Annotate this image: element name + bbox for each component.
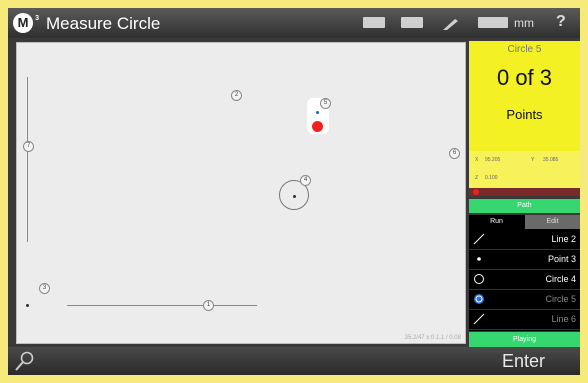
logo-letter: M: [17, 15, 29, 30]
feature-list: Line 2 Point 3 Circle 4 Circle 5 Line 6: [469, 229, 580, 331]
feature-line-vertical[interactable]: [27, 77, 28, 242]
bottom-bar: Enter: [8, 347, 580, 375]
circle-5-center: [316, 111, 319, 114]
feature-label-3[interactable]: 3: [39, 283, 50, 294]
keyboard-icon[interactable]: [363, 17, 385, 28]
app-screen: M3 Measure Circle mm ? 7 1 3 2 6 5 4 35.…: [8, 8, 580, 375]
app-logo[interactable]: M3: [13, 13, 39, 33]
circle-icon: [473, 273, 485, 285]
app-frame: M3 Measure Circle mm ? 7 1 3 2 6 5 4 35.…: [0, 0, 588, 383]
scale-icon[interactable]: [478, 17, 508, 28]
measured-point-marker[interactable]: [312, 121, 323, 132]
page-title: Measure Circle: [46, 14, 161, 33]
progress-indicator: [473, 189, 479, 195]
feature-item-circle-4[interactable]: Circle 4: [469, 269, 580, 290]
y-label: Y: [531, 157, 535, 163]
feature-item-label: Line 6: [551, 314, 576, 324]
zoom-icon[interactable]: [14, 350, 36, 372]
title-bar: M3 Measure Circle mm ?: [8, 8, 580, 38]
feature-line-horizontal[interactable]: [67, 305, 257, 306]
feature-label-6[interactable]: 6: [449, 148, 460, 159]
z-label: Z: [475, 175, 479, 181]
units-label[interactable]: mm: [514, 16, 534, 30]
feature-item-circle-5[interactable]: Circle 5: [469, 289, 580, 310]
current-feature-name: Circle 5: [507, 44, 542, 55]
enter-button[interactable]: Enter: [502, 351, 545, 372]
path-button[interactable]: Path: [469, 199, 580, 213]
playing-status: Playing: [469, 332, 580, 347]
line-icon: [473, 313, 485, 325]
feature-label-7[interactable]: 7: [23, 141, 34, 152]
help-button[interactable]: ?: [556, 13, 566, 31]
feature-label-1[interactable]: 1: [203, 300, 214, 311]
tab-edit[interactable]: Edit: [525, 215, 580, 229]
circle-icon: [473, 293, 485, 305]
point-marker[interactable]: [26, 304, 29, 307]
probe-icon[interactable]: [441, 17, 461, 30]
feature-canvas[interactable]: 7 1 3 2 6 5 4 35.2/47 x 0.1.1 / 0.08: [16, 42, 466, 344]
point-icon: [473, 253, 485, 265]
run-edit-tabs: Run Edit: [469, 215, 580, 229]
feature-label-5[interactable]: 5: [320, 98, 331, 109]
progress-bar: [469, 188, 580, 196]
feature-label-4[interactable]: 4: [300, 175, 311, 186]
points-count: 0 of 3: [496, 65, 553, 90]
line-icon: [473, 233, 485, 245]
position-readout: X 95.205 Y 35.085 Z 0.100: [469, 151, 580, 188]
feature-item-label: Line 2: [551, 234, 576, 244]
feature-item-line-2[interactable]: Line 2: [469, 229, 580, 250]
ruler-icon[interactable]: [401, 17, 423, 28]
feature-item-line-6[interactable]: Line 6: [469, 309, 580, 330]
logo-superscript: 3: [35, 15, 39, 22]
y-value: 35.085: [543, 157, 559, 163]
feature-item-label: Circle 5: [545, 294, 576, 304]
feature-label-2[interactable]: 2: [231, 90, 242, 101]
x-value: 95.205: [485, 157, 501, 163]
circle-4-center: [293, 195, 296, 198]
z-value: 0.100: [485, 175, 498, 181]
feature-item-label: Point 3: [547, 254, 576, 264]
tab-run[interactable]: Run: [469, 215, 524, 229]
x-label: X: [475, 157, 479, 163]
feature-item-label: Circle 4: [545, 274, 576, 284]
right-panel: Circle 5 0 of 3 Points X 95.205 Y 35.085…: [469, 41, 580, 347]
status-panel: Circle 5 0 of 3 Points: [469, 41, 580, 151]
feature-item-point-3[interactable]: Point 3: [469, 249, 580, 270]
points-label: Points: [506, 107, 543, 122]
coordinate-readout: 35.2/47 x 0.1.1 / 0.08: [404, 335, 461, 341]
